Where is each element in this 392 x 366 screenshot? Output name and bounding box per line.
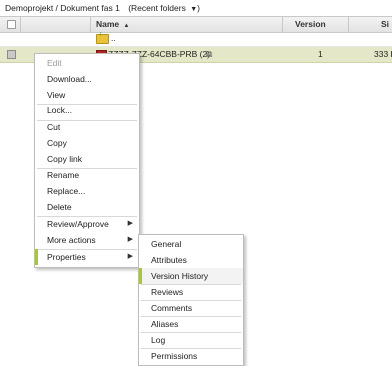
menu-item-copy[interactable]: Copy bbox=[35, 135, 139, 151]
column-divider bbox=[282, 17, 283, 32]
submenu-item-permissions[interactable]: Permissions bbox=[139, 348, 243, 364]
parent-folder-link[interactable]: .. bbox=[111, 33, 116, 43]
column-divider bbox=[20, 17, 21, 32]
size-column-header[interactable]: Si bbox=[381, 17, 389, 32]
chevron-right-icon: ▶ bbox=[127, 220, 133, 227]
more-actions-label: More actions bbox=[47, 235, 96, 245]
menu-item-delete[interactable]: Delete bbox=[35, 199, 139, 215]
properties-label: Properties bbox=[47, 252, 86, 262]
breadcrumb: Demoprojekt / Dokument fas 1 (Recent fol… bbox=[5, 3, 200, 13]
name-column-label: Name bbox=[96, 19, 120, 29]
menu-item-edit[interactable]: Edit bbox=[35, 55, 139, 71]
external-link-icon[interactable]: ⧉ bbox=[206, 49, 212, 60]
version-column-header[interactable]: Version bbox=[295, 17, 326, 32]
document-size: 333 K bbox=[374, 49, 392, 59]
submenu-item-log[interactable]: Log bbox=[139, 332, 243, 348]
column-divider bbox=[90, 17, 91, 32]
folder-up-icon bbox=[96, 34, 109, 44]
menu-item-replace[interactable]: Replace... bbox=[35, 183, 139, 199]
context-menu: Edit Download... View Lock... Cut Copy C… bbox=[34, 53, 140, 268]
submenu-item-aliases[interactable]: Aliases bbox=[139, 316, 243, 332]
recent-folders-label: (Recent folders bbox=[128, 3, 186, 13]
recent-folders-close: ) bbox=[197, 3, 200, 13]
chevron-right-icon: ▶ bbox=[127, 253, 133, 260]
menu-item-view[interactable]: View bbox=[35, 87, 139, 103]
menu-item-properties[interactable]: Properties ▶ bbox=[35, 249, 139, 265]
menu-item-more-actions[interactable]: More actions ▶ bbox=[35, 232, 139, 248]
menu-item-review-approve[interactable]: Review/Approve ▶ bbox=[35, 216, 139, 232]
menu-item-download[interactable]: Download... bbox=[35, 71, 139, 87]
submenu-item-reviews[interactable]: Reviews bbox=[139, 284, 243, 300]
menu-item-cut[interactable]: Cut bbox=[35, 119, 139, 135]
menu-item-copy-link[interactable]: Copy link bbox=[35, 151, 139, 167]
properties-submenu: General Attributes Version History Revie… bbox=[138, 234, 244, 366]
sort-ascending-icon: ▲ bbox=[123, 23, 130, 29]
submenu-item-comments[interactable]: Comments bbox=[139, 300, 243, 316]
name-column-header[interactable]: Name ▲ bbox=[96, 17, 129, 32]
menu-item-lock[interactable]: Lock... bbox=[35, 102, 139, 118]
parent-folder-row[interactable]: ↑ .. bbox=[0, 31, 392, 47]
table-header: Name ▲ Version Si bbox=[0, 16, 392, 33]
select-all-checkbox[interactable] bbox=[7, 20, 16, 29]
row-checkbox[interactable] bbox=[7, 50, 16, 59]
chevron-right-icon: ▶ bbox=[127, 236, 133, 243]
breadcrumb-path[interactable]: Demoprojekt / Dokument fas 1 bbox=[5, 3, 120, 13]
submenu-item-general[interactable]: General bbox=[139, 236, 243, 252]
review-approve-label: Review/Approve bbox=[47, 219, 109, 229]
up-arrow-icon: ↑ bbox=[99, 31, 103, 38]
document-version: 1 bbox=[318, 49, 323, 59]
submenu-item-attributes[interactable]: Attributes bbox=[139, 252, 243, 268]
menu-item-rename[interactable]: Rename bbox=[35, 167, 139, 183]
submenu-item-version-history[interactable]: Version History bbox=[139, 268, 243, 284]
recent-folders-dropdown[interactable]: (Recent folders ▼) bbox=[128, 3, 200, 13]
column-divider bbox=[348, 17, 349, 32]
